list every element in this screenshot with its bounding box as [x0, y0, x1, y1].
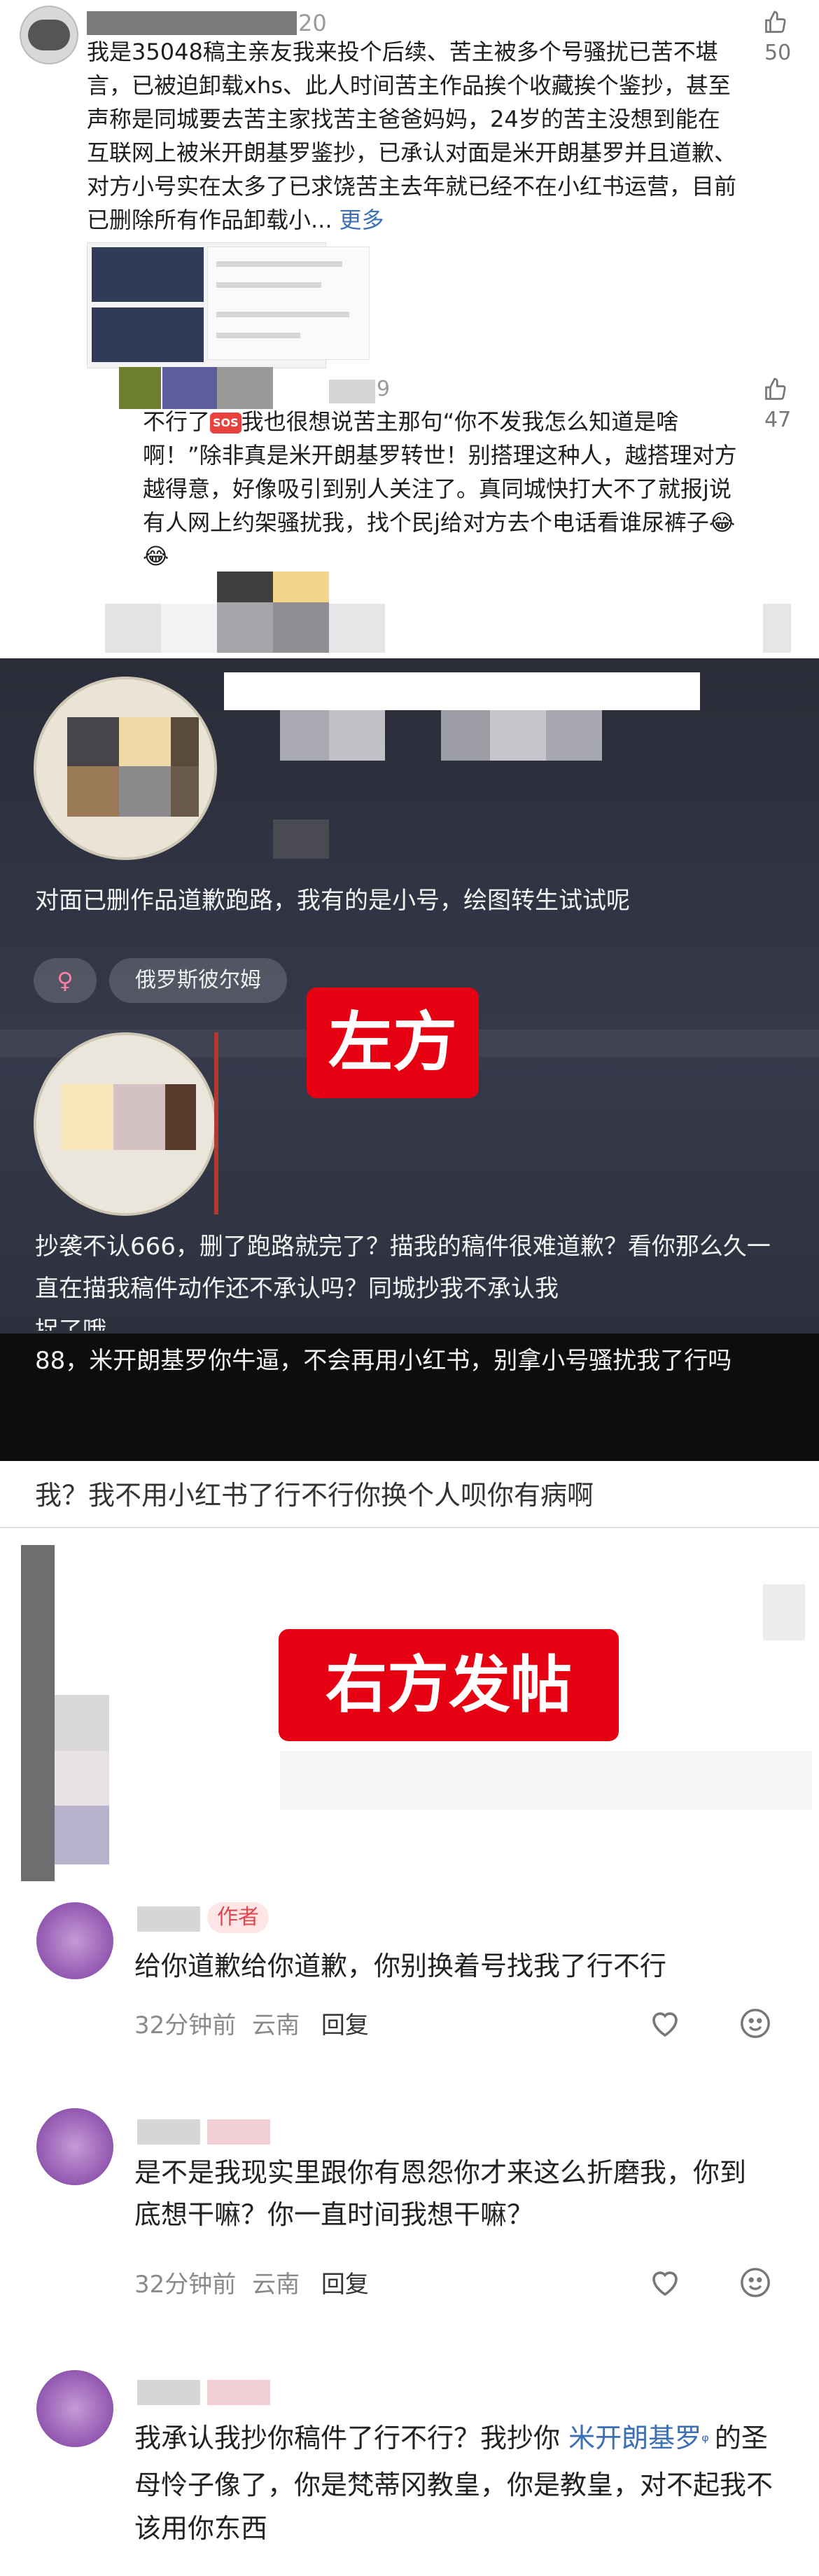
profile-name-blur: [224, 672, 700, 710]
mention-icon: ᵠ: [701, 2431, 709, 2452]
reply-location: 云南: [252, 2271, 300, 2299]
thumbs-up-icon: [763, 378, 788, 405]
comment-text: 不行了 SOS 我也很想说苦主那句“你不发我怎么知道是啥啊！”除非真是米开朗基罗转世…: [143, 408, 737, 569]
like-count: 50: [764, 41, 792, 65]
emoji-icon[interactable]: [739, 2266, 771, 2299]
attached-screenshot[interactable]: [207, 247, 370, 360]
label-right-post: 右方发帖: [279, 1629, 619, 1741]
username-blur: [137, 1906, 200, 1932]
like-button[interactable]: [763, 10, 791, 38]
author-badge: 作者: [207, 1902, 269, 1933]
avatar[interactable]: [36, 2108, 113, 2185]
heart-icon[interactable]: [648, 2007, 682, 2038]
reply-text: 我承认我抄你稿件了行不行？我抄你 米开朗基罗ᵠ 的圣母怜子像了，你是梵蒂冈教皇，你…: [134, 2423, 774, 2544]
label-left: 左方: [307, 988, 479, 1098]
profile-avatar[interactable]: [34, 677, 217, 860]
avatar-blur[interactable]: [119, 367, 161, 409]
reply-button[interactable]: 回复: [321, 2011, 369, 2040]
dark-message-1: 抄袭不认666，删了跑路就完了？描我的稿件很难道歉？看你那么久一直在描我稿件动作…: [35, 1233, 771, 1303]
pixelated-image: [217, 572, 273, 602]
username-blur: [217, 367, 273, 409]
location-tag: 俄罗斯彼尔姆: [109, 958, 287, 1003]
reply-meta: 32分钟前 云南 回复: [134, 2006, 369, 2040]
reply-location: 云南: [252, 2011, 300, 2040]
avatar[interactable]: [36, 2370, 113, 2447]
reply-button[interactable]: 回复: [321, 2271, 369, 2299]
more-link[interactable]: 更多: [340, 207, 384, 233]
emoji-icon[interactable]: [739, 2007, 771, 2040]
username-blur: [137, 2380, 200, 2405]
dark-message-1-cut: 捉了哦: [35, 1317, 106, 1331]
avatar[interactable]: [36, 1902, 113, 1979]
profile-bio: 对面已删作品道歉跑路，我有的是小号，绘图转生试试呢: [35, 887, 630, 915]
comment-date: 20: [298, 10, 327, 36]
mention-link[interactable]: 米开朗基罗: [568, 2423, 701, 2453]
username-blur: [137, 2119, 200, 2145]
dark-message-2: 88，米开朗基罗你牛逼，不会再用小红书，别拿小号骚扰我了行吗: [35, 1347, 732, 1375]
reply-time: 32分钟前: [134, 2271, 237, 2299]
username-blur: [87, 11, 297, 35]
female-icon: ♀: [57, 967, 74, 994]
message-avatar: [34, 1032, 217, 1216]
reply-meta: 32分钟前 云南 回复: [134, 2265, 369, 2299]
comment-text: 我是35048稿主亲友我来投个后续、苦主被多个号骚扰已苦不堪言，已被迫卸载xhs…: [87, 39, 737, 233]
sos-emoji: SOS: [210, 413, 241, 434]
reply-text: 是不是我现实里跟你有恩怨你才来这么折磨我，你到底想干嘛？你一直时间我想干嘛？: [134, 2157, 747, 2230]
reply-text: 给你道歉给你道歉，你别换着号找我了行不行: [134, 1951, 667, 1981]
right-post-line: 我？我不用小红书了行不行你换个人呗你有病啊: [35, 1480, 594, 1511]
gender-tag: ♀: [34, 958, 97, 1003]
reply-time: 32分钟前: [134, 2011, 237, 2040]
thumbs-up-icon: [763, 11, 788, 38]
like-button[interactable]: [763, 377, 788, 405]
comment-date: 9: [377, 377, 391, 401]
like-count: 47: [764, 408, 792, 432]
profile-screenshot: 对面已删作品道歉跑路，我有的是小号，绘图转生试试呢 ♀ 俄罗斯彼尔姆 左方 抄袭…: [0, 658, 819, 1461]
heart-icon[interactable]: [648, 2266, 682, 2297]
avatar[interactable]: [20, 6, 78, 64]
